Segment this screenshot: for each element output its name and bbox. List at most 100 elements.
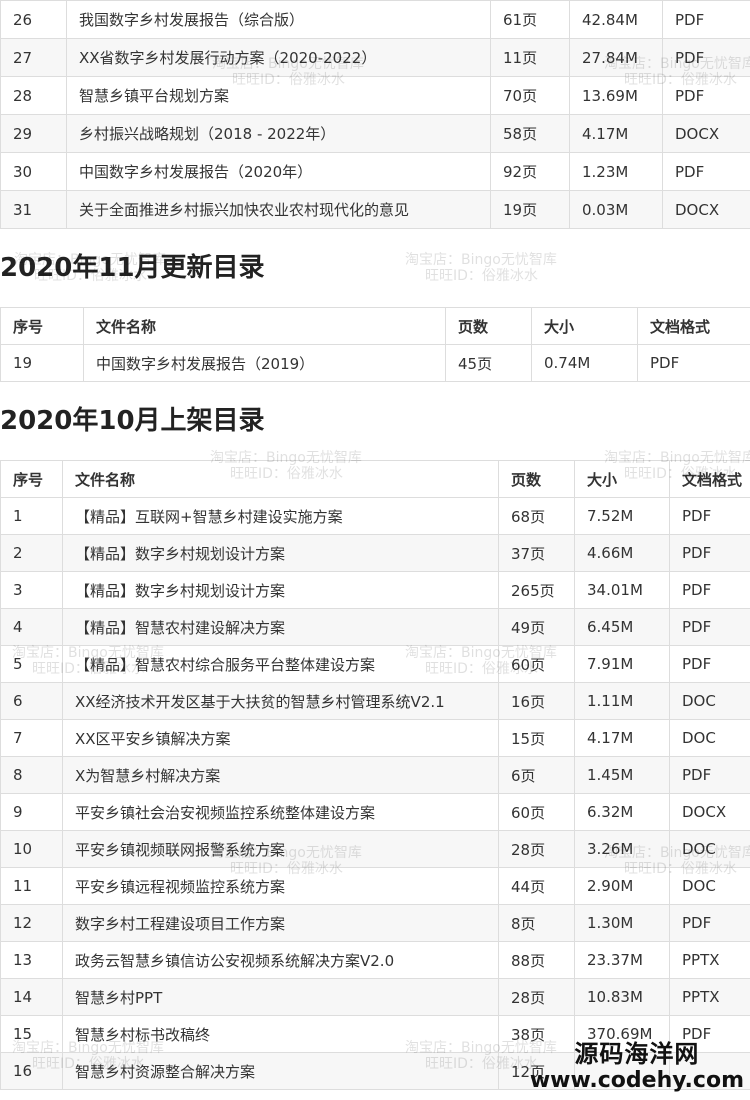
cell-index: 8: [0, 756, 63, 794]
cell-pages: 45页: [445, 344, 532, 382]
cell-pages: 70页: [490, 76, 570, 115]
cell-size: 3.26M: [574, 830, 670, 868]
cell-file-name: 【精品】数字乡村规划设计方案: [62, 571, 499, 609]
cell-index: 2: [0, 534, 63, 572]
cell-index: 30: [0, 152, 67, 191]
cell-pages: 68页: [498, 497, 575, 535]
cell-pages: 19页: [490, 190, 570, 229]
cell-index: 13: [0, 941, 63, 979]
cell-pages: 44页: [498, 867, 575, 905]
cell-size: 7.91M: [574, 645, 670, 683]
section-title-november: 2020年11月更新目录: [0, 253, 265, 283]
column-header: 序号: [0, 460, 63, 498]
cell-pages: 58页: [490, 114, 570, 153]
cell-size: 27.84M: [569, 38, 663, 77]
cell-index: 27: [0, 38, 67, 77]
cell-format: DOC: [669, 830, 750, 868]
table-row: 29 乡村振兴战略规划（2018 - 2022年） 58页 4.17M DOCX: [0, 114, 750, 153]
table-row: 5 【精品】智慧农村综合服务平台整体建设方案 60页 7.91M PDF: [0, 645, 750, 683]
cell-format: DOC: [669, 682, 750, 720]
cell-size: 13.69M: [569, 76, 663, 115]
cell-format: PPTX: [669, 941, 750, 979]
table-row: 12 数字乡村工程建设项目工作方案 8页 1.30M PDF: [0, 904, 750, 942]
cell-format: DOCX: [662, 114, 750, 153]
cell-size: 1.45M: [574, 756, 670, 794]
cell-index: 5: [0, 645, 63, 683]
column-header: 文件名称: [83, 307, 446, 345]
cell-format: PDF: [662, 0, 750, 39]
cell-pages: 60页: [498, 645, 575, 683]
cell-format: PPTX: [669, 978, 750, 1016]
column-header: 大小: [574, 460, 670, 498]
table-row: 19 中国数字乡村发展报告（2019） 45页 0.74M PDF: [0, 344, 750, 382]
table-row: 10 平安乡镇视频联网报警系统方案 28页 3.26M DOC: [0, 830, 750, 868]
cell-index: 19: [0, 344, 84, 382]
cell-file-name: 中国数字乡村发展报告（2019）: [83, 344, 446, 382]
cell-index: 14: [0, 978, 63, 1016]
cell-index: 28: [0, 76, 67, 115]
cell-file-name: XX省数字乡村发展行动方案（2020-2022）: [66, 38, 491, 77]
cell-format: PDF: [662, 76, 750, 115]
column-header: 大小: [531, 307, 638, 345]
cell-size: 1.30M: [574, 904, 670, 942]
cell-index: 26: [0, 0, 67, 39]
cell-size: 0.03M: [569, 190, 663, 229]
cell-index: 12: [0, 904, 63, 942]
cell-file-name: XX区平安乡镇解决方案: [62, 719, 499, 757]
cell-file-name: 智慧乡村标书改稿终: [62, 1015, 499, 1053]
cell-file-name: 乡村振兴战略规划（2018 - 2022年）: [66, 114, 491, 153]
column-header: 文档格式: [637, 307, 750, 345]
cell-file-name: 中国数字乡村发展报告（2020年）: [66, 152, 491, 191]
table-row: 11 平安乡镇远程视频监控系统方案 44页 2.90M DOC: [0, 867, 750, 905]
table-row: 9 平安乡镇社会治安视频监控系统整体建设方案 60页 6.32M DOCX: [0, 793, 750, 831]
cell-index: 3: [0, 571, 63, 609]
table-row: 14 智慧乡村PPT 28页 10.83M PPTX: [0, 978, 750, 1016]
cell-index: 7: [0, 719, 63, 757]
cell-pages: 92页: [490, 152, 570, 191]
cell-index: 15: [0, 1015, 63, 1053]
cell-index: 9: [0, 793, 63, 831]
cell-index: 16: [0, 1052, 63, 1090]
cell-size: 4.66M: [574, 534, 670, 572]
cell-size: 4.17M: [569, 114, 663, 153]
cell-format: PDF: [662, 152, 750, 191]
cell-index: 11: [0, 867, 63, 905]
table-continued: 26 我国数字乡村发展报告（综合版） 61页 42.84M PDF 27 XX省数字乡村发展…: [0, 0, 750, 229]
table-row: 3 【精品】数字乡村规划设计方案 265页 34.01M PDF: [0, 571, 750, 609]
cell-size: 7.52M: [574, 497, 670, 535]
table-header-row: 序号 文件名称 页数 大小 文档格式: [0, 307, 750, 345]
column-header: 文档格式: [669, 460, 750, 498]
cell-file-name: 平安乡镇远程视频监控系统方案: [62, 867, 499, 905]
table-row: 1 【精品】互联网+智慧乡村建设实施方案 68页 7.52M PDF: [0, 497, 750, 535]
section-title-october: 2020年10月上架目录: [0, 406, 265, 436]
cell-pages: 16页: [498, 682, 575, 720]
cell-pages: 28页: [498, 978, 575, 1016]
table-row: 30 中国数字乡村发展报告（2020年） 92页 1.23M PDF: [0, 152, 750, 191]
cell-file-name: 政务云智慧乡镇信访公安视频系统解决方案V2.0: [62, 941, 499, 979]
cell-format: DOC: [669, 867, 750, 905]
cell-file-name: 【精品】智慧农村建设解决方案: [62, 608, 499, 646]
table-row: 31 关于全面推进乡村振兴加快农业农村现代化的意见 19页 0.03M DOCX: [0, 190, 750, 229]
cell-format: PDF: [669, 571, 750, 609]
table-row: 27 XX省数字乡村发展行动方案（2020-2022） 11页 27.84M PDF: [0, 38, 750, 77]
column-header: 页数: [498, 460, 575, 498]
cell-file-name: 平安乡镇视频联网报警系统方案: [62, 830, 499, 868]
cell-pages: 15页: [498, 719, 575, 757]
table-row: 4 【精品】智慧农村建设解决方案 49页 6.45M PDF: [0, 608, 750, 646]
cell-index: 29: [0, 114, 67, 153]
table-row: 6 XX经济技术开发区基于大扶贫的智慧乡村管理系统V2.1 16页 1.11M DOC: [0, 682, 750, 720]
cell-format: PDF: [669, 534, 750, 572]
cell-pages: 8页: [498, 904, 575, 942]
site-brand-url: www.codehy.com: [529, 1068, 744, 1093]
table-header-row: 序号 文件名称 页数 大小 文档格式: [0, 460, 750, 498]
cell-format: PDF: [669, 608, 750, 646]
cell-file-name: X为智慧乡村解决方案: [62, 756, 499, 794]
cell-format: DOCX: [669, 793, 750, 831]
cell-size: 0.74M: [531, 344, 638, 382]
cell-size: 6.32M: [574, 793, 670, 831]
cell-size: 34.01M: [574, 571, 670, 609]
cell-file-name: 智慧乡镇平台规划方案: [66, 76, 491, 115]
cell-index: 6: [0, 682, 63, 720]
table-october: 序号 文件名称 页数 大小 文档格式 1 【精品】互联网+智慧乡村建设实施方案 68页 7.5…: [0, 460, 750, 1090]
cell-format: PDF: [669, 904, 750, 942]
